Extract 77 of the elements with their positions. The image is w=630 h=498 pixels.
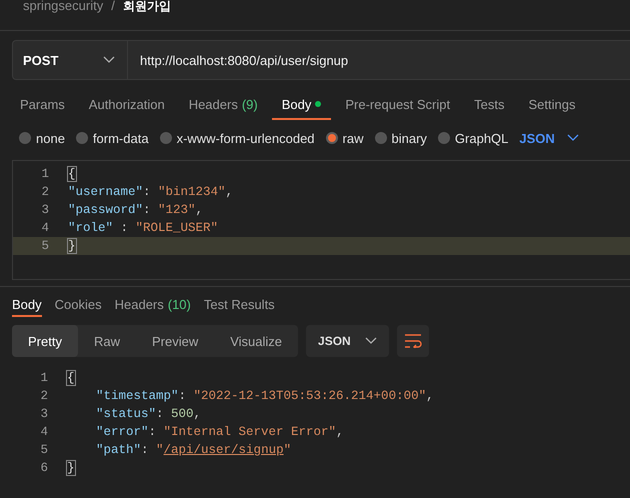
response-tab[interactable]: Cookies [54, 293, 102, 317]
json-string: "123" [158, 203, 196, 217]
json-bracket: { [67, 371, 75, 385]
json-string: " [156, 443, 164, 457]
request-tab[interactable]: Authorization [78, 90, 175, 120]
json-bracket: } [67, 461, 75, 475]
json-key: "password" [68, 203, 144, 217]
json-key: "username" [68, 185, 144, 199]
view-mode-tab[interactable]: Visualize [214, 325, 298, 357]
line-number: 6 [39, 461, 49, 475]
line-number: 4 [39, 425, 49, 439]
json-key: "role" [68, 221, 114, 235]
method-dropdown[interactable]: POST [12, 40, 128, 80]
line-number: 4 [40, 221, 50, 235]
request-name: 회원가입 [122, 0, 171, 15]
json-punctuation: : [143, 203, 152, 217]
body-type-radio[interactable]: GraphQL [438, 130, 508, 146]
json-string: "Internal Server Error" [164, 425, 336, 439]
json-punctuation: , [426, 389, 434, 403]
json-number: 500 [171, 407, 194, 421]
chevron-down-icon [103, 56, 115, 64]
view-mode-tab[interactable]: Preview [136, 325, 214, 357]
json-punctuation: , [194, 407, 202, 421]
body-type-radio[interactable]: none [19, 130, 65, 146]
line-number: 2 [40, 185, 50, 199]
json-key: "timestamp" [96, 389, 179, 403]
breadcrumb-separator: / [111, 0, 115, 13]
json-punctuation: : [178, 389, 188, 403]
json-punctuation: : [156, 407, 165, 421]
json-punctuation: : [141, 443, 150, 457]
json-punctuation: , [336, 425, 344, 439]
view-mode-tab[interactable]: Pretty [12, 325, 78, 357]
json-bracket: } [68, 239, 76, 253]
line-number: 1 [39, 371, 49, 385]
body-type-radio[interactable]: binary [374, 130, 427, 146]
json-string: "ROLE_USER" [136, 221, 218, 235]
url-field[interactable]: http://localhost:8080/api/user/signup [128, 40, 630, 80]
line-number: 5 [40, 239, 50, 253]
json-string: "bin1234" [158, 185, 226, 199]
body-type-radio[interactable]: raw [326, 130, 364, 146]
json-link[interactable]: /api/user/signup [164, 443, 284, 457]
json-punctuation: , [196, 203, 204, 217]
view-mode-tab[interactable]: Raw [78, 325, 136, 357]
line-number: 5 [39, 443, 49, 457]
line-number: 1 [40, 167, 50, 181]
json-bracket: { [68, 167, 76, 181]
line-number: 3 [40, 203, 50, 217]
json-key: "status" [96, 407, 156, 421]
code-editor[interactable]: 1 { 2 "username": "bin1234", 3 "password": "123", 4 "role" : "ROLE_USER" 5 } [12, 160, 630, 280]
request-tab[interactable]: Settings [518, 90, 586, 120]
request-tab[interactable]: Pre-request Script [335, 90, 460, 120]
body-type-radio[interactable]: form-data [76, 130, 149, 146]
json-punctuation: : [120, 221, 130, 235]
json-string: "2022-12-13T05:53:26.214+00:00" [194, 389, 426, 403]
format-dropdown[interactable]: JSON [306, 325, 389, 357]
response-tab[interactable]: Test Results [204, 293, 275, 317]
json-punctuation: : [148, 425, 158, 439]
chevron-down-icon [566, 134, 579, 142]
collection-name[interactable]: springsecurity [23, 0, 104, 13]
request-tab[interactable]: Params [10, 90, 75, 120]
line-number: 3 [39, 407, 49, 421]
chevron-down-icon [364, 337, 377, 345]
request-tab[interactable]: Body [272, 90, 332, 120]
json-punctuation: : [143, 185, 152, 199]
body-type-radio[interactable]: x-www-form-urlencoded [160, 130, 315, 146]
json-string: " [284, 443, 292, 457]
request-tab[interactable]: Tests [464, 90, 514, 120]
line-number: 2 [39, 389, 49, 403]
request-tab[interactable]: Headers (9) [178, 90, 268, 120]
format-dropdown[interactable]: JSON [519, 130, 579, 146]
json-key: "path" [96, 443, 142, 457]
json-punctuation: , [226, 185, 234, 199]
json-key: "error" [96, 425, 149, 439]
wrap-lines-icon [404, 334, 422, 348]
wrap-lines-button[interactable] [396, 325, 429, 357]
response-tab[interactable]: Headers (10) [114, 293, 191, 317]
response-tab[interactable]: Body [12, 293, 42, 317]
